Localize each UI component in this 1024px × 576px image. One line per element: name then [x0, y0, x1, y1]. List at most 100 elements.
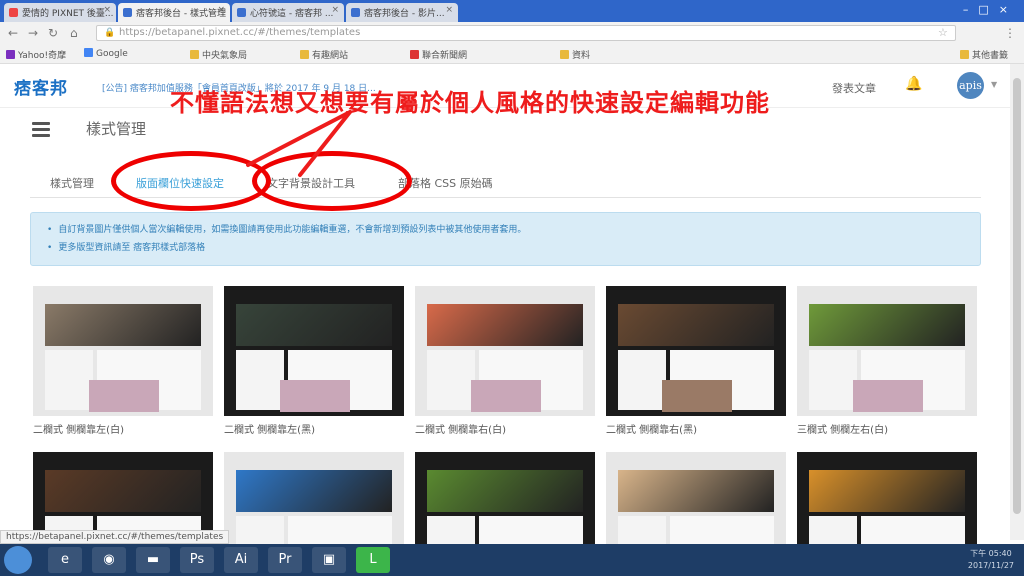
template-preview[interactable] [415, 286, 595, 416]
close-icon[interactable]: × [445, 5, 453, 15]
photoshop-icon[interactable]: Ps [180, 547, 214, 573]
site-logo[interactable]: 痞客邦 [14, 74, 68, 99]
template-card[interactable]: 二欄式 側欄靠右(黑) [606, 286, 786, 436]
template-sidebar [618, 350, 666, 410]
page-scrollbar[interactable] [1010, 64, 1024, 540]
template-caption: 二欄式 側欄靠左(黑) [224, 425, 315, 436]
template-photo [853, 380, 923, 412]
bookmark-item[interactable]: 資料 [560, 48, 590, 61]
ie-icon[interactable]: e [48, 547, 82, 573]
forward-icon[interactable]: → [28, 26, 38, 40]
hamburger-menu-icon[interactable] [32, 122, 50, 140]
chrome-icon[interactable]: ◉ [92, 547, 126, 573]
template-photo [89, 380, 159, 412]
window-controls[interactable]: –□× [963, 3, 1018, 16]
browser-tab-label: 愛情的 PIXNET 後臺... [22, 9, 114, 19]
windows-taskbar: e ◉ ▬ Ps Ai Pr ▣ L 下午 05:40 2017/11/27 [0, 544, 1024, 576]
new-post-link[interactable]: 發表文章 [832, 80, 876, 96]
browser-tab-label: 心符號這 - 痞客邦 ... [250, 9, 334, 19]
template-banner [427, 470, 583, 512]
scrollbar-thumb[interactable] [1013, 78, 1021, 514]
template-caption: 三欄式 側欄左右(白) [797, 425, 888, 436]
template-sidebar [809, 350, 857, 410]
tab-blog-css-source[interactable]: 部落格 CSS 原始碼 [398, 175, 493, 191]
browser-toolbar: ← → ↻ ⌂ 🔒 https://betapanel.pixnet.cc/#/… [0, 22, 1024, 44]
browser-tab-1[interactable]: 愛情的 PIXNET 後臺... × [4, 3, 116, 22]
template-banner [809, 304, 965, 346]
template-banner [236, 470, 392, 512]
lock-icon: 🔒 [104, 28, 116, 38]
notice-item[interactable]: 更多版型資訊請至 痞客邦樣式部落格 [47, 240, 980, 253]
pixnet-icon [351, 8, 360, 17]
template-card[interactable]: 三欄式 側欄左右(白) [797, 286, 977, 436]
illustrator-icon[interactable]: Ai [224, 547, 258, 573]
reload-icon[interactable]: ↻ [48, 26, 58, 40]
template-banner [618, 470, 774, 512]
line-icon[interactable]: L [356, 547, 390, 573]
template-banner [427, 304, 583, 346]
bookmark-item[interactable]: 中央氣象局 [190, 48, 247, 61]
template-photo [471, 380, 541, 412]
template-preview[interactable] [797, 286, 977, 416]
template-card[interactable]: 二欄式 側欄靠右(白) [415, 286, 595, 436]
template-sidebar [236, 350, 284, 410]
pixnet-icon [237, 8, 246, 17]
annotation-text: 不懂語法想又想要有屬於個人風格的快速設定編輯功能 [170, 89, 770, 117]
browser-tab-4[interactable]: 痞客邦後台 - 影片... × [346, 3, 458, 22]
template-photo [662, 380, 732, 412]
premiere-icon[interactable]: Pr [268, 547, 302, 573]
close-icon[interactable]: × [331, 5, 339, 15]
template-banner [45, 470, 201, 512]
close-icon[interactable]: × [103, 5, 111, 15]
template-sidebar [45, 350, 93, 410]
home-icon[interactable]: ⌂ [70, 26, 78, 40]
template-caption: 二欄式 側欄靠左(白) [33, 425, 124, 436]
template-card[interactable]: 二欄式 側欄靠左(白) [33, 286, 213, 436]
template-caption: 二欄式 側欄靠右(白) [415, 425, 506, 436]
bookmark-item[interactable]: Yahoo!奇摩 [6, 48, 66, 61]
browser-tab-label: 痞客邦後台 - 樣式管理 [136, 9, 226, 19]
page-tabs: 樣式管理 版面欄位快速設定 文字背景設計工具 部落格 CSS 原始碼 [30, 151, 981, 211]
browser-tab-bar: 愛情的 PIXNET 後臺... × 痞客邦後台 - 樣式管理 × 心符號這 -… [0, 0, 1024, 22]
folder-icon[interactable]: ▬ [136, 547, 170, 573]
chevron-down-icon[interactable]: ▼ [991, 80, 997, 89]
avatar[interactable]: apis [957, 72, 984, 99]
bell-icon[interactable]: 🔔 [905, 76, 922, 92]
template-caption: 二欄式 側欄靠右(黑) [606, 425, 697, 436]
bookmarks-bar: Yahoo!奇摩 Google 中央氣象局 有趣網站 聯合新聞網 資料 其他書籤 [0, 44, 1024, 64]
template-card[interactable]: 二欄式 側欄靠左(黑) [224, 286, 404, 436]
system-clock[interactable]: 下午 05:40 2017/11/27 [968, 548, 1014, 572]
bookmark-item[interactable]: Google [84, 48, 128, 59]
back-icon[interactable]: ← [8, 26, 18, 40]
browser-tab-2[interactable]: 痞客邦後台 - 樣式管理 × [118, 3, 230, 22]
bookmark-item[interactable]: 其他書籤 [960, 48, 1008, 61]
browser-tab-label: 痞客邦後台 - 影片... [364, 9, 445, 19]
template-preview[interactable] [224, 286, 404, 416]
template-banner [809, 470, 965, 512]
window-icon[interactable]: ▣ [312, 547, 346, 573]
bookmark-item[interactable]: 有趣網站 [300, 48, 348, 61]
template-banner [236, 304, 392, 346]
pixnet-icon [123, 8, 132, 17]
info-notice: 自訂背景圖片僅供個人當次編輯使用，如需換圖請再使用此功能編輯重選，不會新增到預設… [30, 212, 981, 266]
page-title: 樣式管理 [86, 120, 147, 138]
address-bar[interactable]: 🔒 https://betapanel.pixnet.cc/#/themes/t… [96, 25, 956, 41]
close-icon[interactable]: × [217, 5, 225, 15]
browser-status-bar: https://betapanel.pixnet.cc/#/themes/tem… [0, 530, 230, 544]
template-preview[interactable] [33, 286, 213, 416]
annotation-circle [252, 151, 412, 211]
notice-item: 自訂背景圖片僅供個人當次編輯使用，如需換圖請再使用此功能編輯重選，不會新增到預設… [47, 222, 980, 235]
annotation-circle [111, 151, 271, 211]
pixnet-icon [9, 8, 18, 17]
template-banner [45, 304, 201, 346]
bookmark-item[interactable]: 聯合新聞網 [410, 48, 467, 61]
template-banner [618, 304, 774, 346]
bookmark-star-icon[interactable]: ☆ [938, 26, 948, 39]
template-preview[interactable] [606, 286, 786, 416]
menu-icon[interactable]: ⋮ [1004, 26, 1016, 40]
tab-style-management[interactable]: 樣式管理 [50, 175, 94, 191]
template-sidebar [427, 350, 475, 410]
windows-start-icon[interactable] [4, 546, 32, 574]
main-content: 樣式管理 樣式管理 版面欄位快速設定 文字背景設計工具 部落格 CSS 原始碼 … [0, 108, 1010, 576]
browser-tab-3[interactable]: 心符號這 - 痞客邦 ... × [232, 3, 344, 22]
